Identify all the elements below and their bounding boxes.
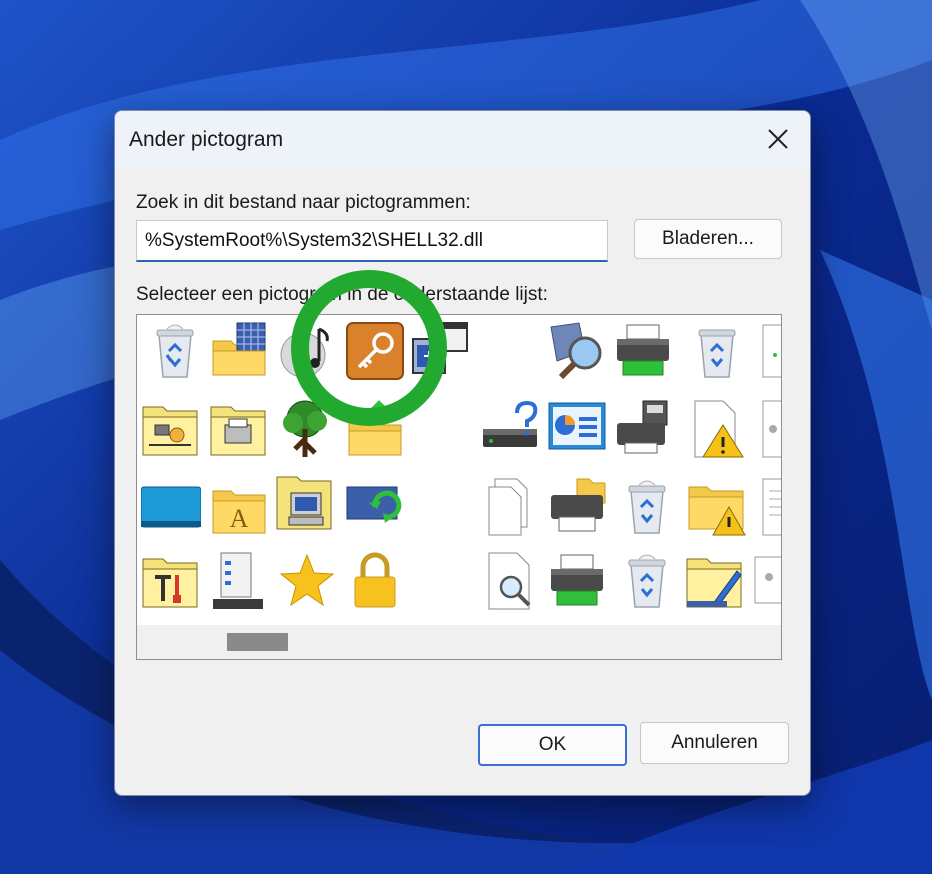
partial-icon[interactable]	[759, 399, 782, 459]
presentation-icon[interactable]	[547, 399, 607, 459]
icon-list[interactable]: A	[136, 314, 782, 660]
music-disc-icon[interactable]	[277, 321, 337, 381]
scrollbar-thumb[interactable]	[227, 633, 288, 651]
network-search-icon[interactable]	[545, 321, 605, 381]
tools-folder-icon[interactable]	[141, 551, 201, 611]
change-icon-dialog: Ander pictogram Zoek in dit bestand naar…	[114, 110, 811, 796]
partial-icon[interactable]	[759, 321, 782, 381]
recycle-bin-full-icon[interactable]	[617, 551, 677, 611]
folder-pen-icon[interactable]	[685, 551, 745, 611]
close-icon	[768, 129, 788, 149]
file-label: Zoek in dit bestand naar pictogrammen:	[136, 192, 471, 213]
sync-monitor-icon[interactable]	[345, 477, 405, 537]
horizontal-scrollbar[interactable]	[137, 625, 781, 659]
file-path-input[interactable]	[136, 220, 608, 262]
printer-folder-icon[interactable]	[547, 477, 607, 537]
recycle-bin-icon[interactable]	[687, 321, 747, 381]
dialog-title: Ander pictogram	[129, 128, 284, 151]
tree-icon[interactable]	[275, 399, 335, 459]
printer-green-icon[interactable]	[547, 551, 607, 611]
font-folder-icon[interactable]: A	[209, 477, 269, 537]
document-warning-icon[interactable]	[687, 399, 747, 459]
title-bar: Ander pictogram	[115, 111, 810, 167]
printer-fax-icon[interactable]	[613, 399, 673, 459]
recycle-bin-full-icon[interactable]	[617, 477, 677, 537]
key-icon[interactable]	[345, 321, 405, 381]
folder-upload-icon[interactable]	[345, 399, 405, 459]
star-icon[interactable]	[277, 551, 337, 611]
documents-icon[interactable]	[481, 477, 541, 537]
search-document-icon[interactable]	[481, 551, 541, 611]
cancel-button[interactable]: Annuleren	[640, 722, 789, 764]
svg-text:A: A	[230, 504, 249, 533]
network-folder-icon[interactable]	[141, 399, 201, 459]
partial-icon[interactable]	[759, 477, 782, 537]
printer-folder-icon[interactable]	[209, 399, 269, 459]
drive-help-icon[interactable]	[481, 399, 541, 459]
partial-icon[interactable]	[751, 551, 782, 611]
lock-icon[interactable]	[345, 551, 405, 611]
monitor-blue-icon[interactable]	[141, 477, 201, 537]
browse-button[interactable]: Bladeren...	[634, 219, 782, 259]
computer-folder-icon[interactable]	[275, 473, 335, 533]
printer-green-icon[interactable]	[613, 321, 673, 381]
server-icon[interactable]	[209, 551, 269, 611]
monitor-window-icon[interactable]	[411, 321, 471, 381]
icon-list-label: Selecteer een pictogram in de onderstaan…	[136, 284, 548, 305]
close-button[interactable]	[746, 111, 810, 167]
folder-grid-icon[interactable]	[209, 321, 269, 381]
ok-button[interactable]: OK	[478, 724, 627, 766]
folder-warning-icon[interactable]	[687, 477, 747, 537]
recycle-bin-full-icon[interactable]	[145, 321, 205, 381]
